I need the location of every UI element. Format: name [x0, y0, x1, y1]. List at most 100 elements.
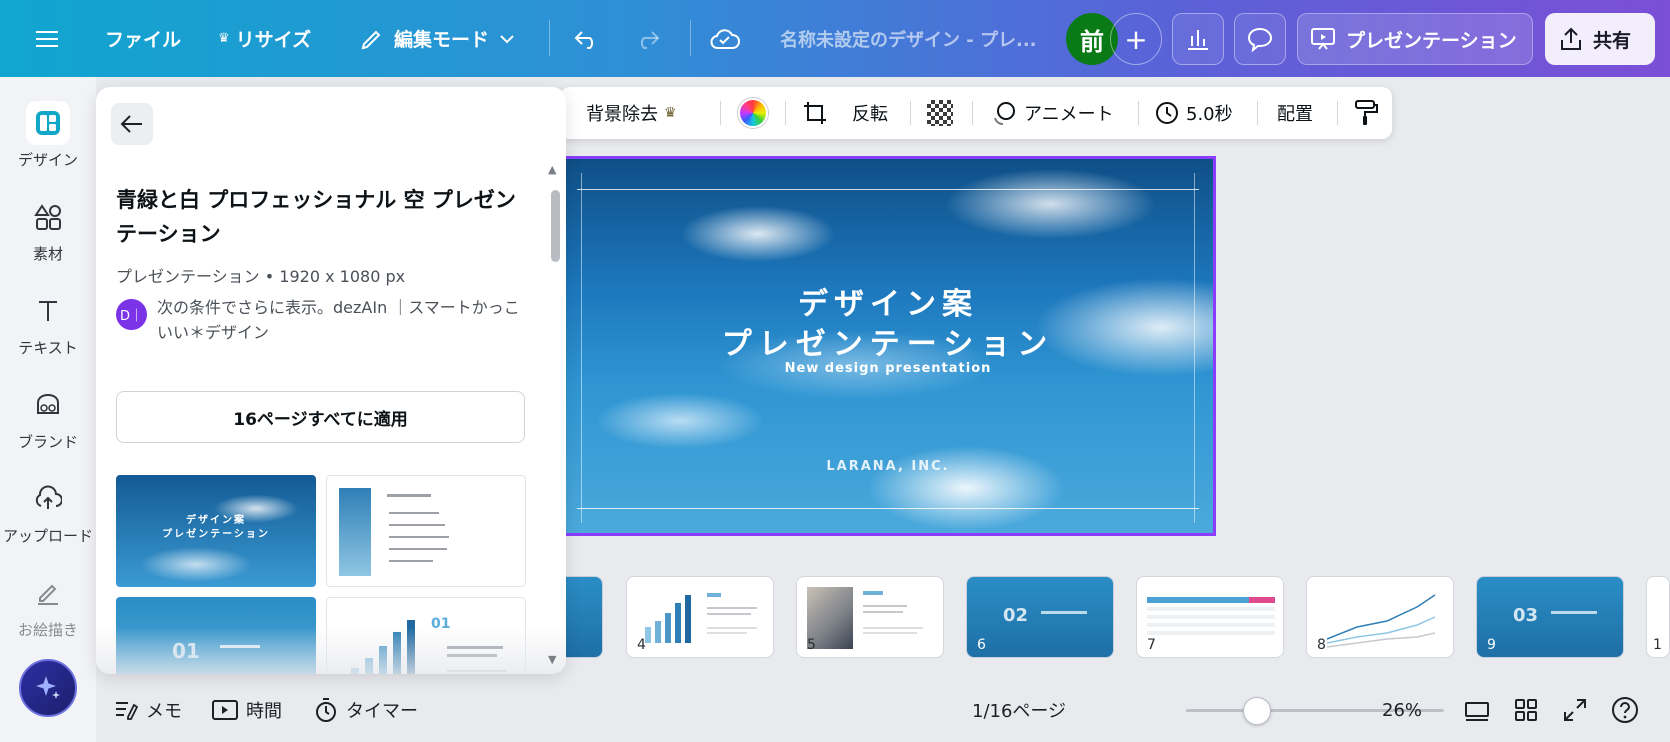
help-icon [1612, 697, 1638, 723]
presentation-icon [1311, 28, 1335, 50]
crop-button[interactable] [802, 87, 828, 139]
slide-company[interactable]: LARANA, INC. [563, 459, 1213, 474]
cloud-check-icon [710, 28, 740, 49]
resize-button[interactable]: ♛ リサイズ [218, 0, 311, 77]
rail-label: お絵描き [17, 621, 78, 639]
rail-item-text[interactable]: テキスト [0, 289, 96, 358]
slide-title-line2[interactable]: プレゼンテーション [563, 319, 1213, 363]
copy-style-button[interactable] [1353, 87, 1379, 139]
undo-button[interactable] [573, 0, 601, 77]
page-view-button[interactable] [1464, 688, 1490, 732]
present-label: プレゼンテーション [1346, 29, 1517, 52]
template-page-thumbnail[interactable]: デザイン案 プレゼンテーション [116, 475, 316, 587]
edit-mode-label: 編集モード [394, 29, 490, 51]
crop-icon [804, 102, 826, 124]
present-button[interactable]: プレゼンテーション [1297, 13, 1533, 65]
zoom-level[interactable]: 26% [1382, 688, 1422, 732]
apply-all-pages-button[interactable]: 16ページすべてに適用 [116, 391, 525, 443]
expand-icon [1564, 699, 1586, 721]
document-title[interactable]: 名称未設定のデザイン - プレ... [780, 0, 1037, 77]
page-thumbnail[interactable]: 1 [1646, 576, 1670, 658]
pages-view-icon [1465, 702, 1489, 721]
author-text: 次の条件でさらに表示。dezAIn ｜スマートかっこいい＊デザイン [157, 298, 520, 342]
brand-icon [26, 383, 70, 427]
thumb-title-line1: デザイン案 [186, 515, 246, 526]
slide-title-line1[interactable]: デザイン案 [563, 279, 1213, 323]
rail-item-elements[interactable]: 素材 [0, 195, 96, 264]
section-title-preview [1551, 611, 1597, 614]
page-thumbnail[interactable]: 4 [626, 576, 774, 658]
menu-button[interactable] [36, 0, 58, 77]
text-icon [26, 289, 70, 333]
design-panel: 青緑と白 プロフェッショナル 空 プレゼンテーション プレゼンテーション • 1… [96, 87, 566, 674]
pencil-icon [361, 30, 381, 49]
back-button[interactable] [111, 103, 153, 145]
undo-icon [574, 30, 594, 49]
flip-button[interactable]: 反転 [852, 87, 888, 139]
rail-item-draw[interactable]: お絵描き [0, 571, 96, 640]
section-number: 03 [1513, 605, 1539, 626]
comments-button[interactable] [1234, 13, 1286, 65]
remove-background-button[interactable]: 背景除去 ♛ [586, 87, 677, 139]
divider [720, 101, 721, 125]
side-rail: デザイン 素材 テキスト ブランド アップロード お絵描き [0, 77, 96, 742]
page-thumbnail[interactable]: 5 [796, 576, 944, 658]
main-slide[interactable]: デザイン案 プレゼンテーション New design presentation … [560, 156, 1216, 536]
position-button[interactable]: 配置 [1277, 87, 1313, 139]
rail-label: ブランド [17, 433, 78, 451]
template-page-thumbnail[interactable] [326, 475, 526, 587]
rail-item-upload[interactable]: アップロード [0, 477, 96, 546]
page-number: 6 [977, 637, 986, 653]
draw-icon [26, 571, 70, 615]
plus-icon: + [1124, 22, 1148, 56]
transparency-button[interactable] [927, 87, 953, 139]
template-author[interactable]: D｜ 次の条件でさらに表示。dezAIn ｜スマートかっこいい＊デザイン [116, 295, 526, 345]
grid-view-button[interactable] [1514, 688, 1538, 732]
crown-icon: ♛ [664, 105, 677, 121]
animate-icon [994, 102, 1015, 125]
notes-button[interactable]: メモ [114, 688, 182, 732]
fullscreen-button[interactable] [1563, 688, 1587, 732]
scroll-up-arrow[interactable]: ▲ [548, 163, 556, 176]
page-thumbnail[interactable]: 02 6 [966, 576, 1114, 658]
zoom-slider-handle[interactable] [1243, 697, 1271, 725]
animate-button[interactable]: アニメート [990, 87, 1114, 139]
file-menu-button[interactable]: ファイル [105, 0, 181, 77]
cloud-save-button[interactable] [710, 0, 740, 77]
rail-label: アップロード [2, 527, 93, 545]
thumb-title-line2: プレゼンテーション [162, 529, 270, 540]
duration-button[interactable]: 5.0秒 [1154, 87, 1233, 139]
page-thumbnail[interactable]: 8 [1306, 576, 1454, 658]
timer-button[interactable]: タイマー [314, 688, 418, 732]
timing-button[interactable]: 時間 [212, 688, 282, 732]
divider [1138, 101, 1139, 125]
rail-item-design[interactable]: デザイン [0, 101, 96, 170]
page-thumbnail[interactable]: 7 [1136, 576, 1284, 658]
timer-label: タイマー [346, 701, 418, 722]
page-number: 9 [1487, 637, 1496, 653]
insights-button[interactable] [1172, 13, 1224, 65]
redo-icon [640, 30, 660, 49]
scroll-down-arrow[interactable]: ▼ [548, 653, 556, 666]
magic-ai-button[interactable] [19, 659, 77, 717]
page-number: 1 [1653, 637, 1662, 653]
resize-label: リサイズ [235, 29, 312, 51]
help-button[interactable] [1611, 688, 1639, 732]
share-button[interactable]: 共有 [1545, 13, 1655, 65]
color-button[interactable] [738, 87, 768, 139]
scrollbar-thumb[interactable] [551, 190, 560, 262]
design-icon [26, 101, 70, 145]
slide-subtitle[interactable]: New design presentation [563, 361, 1213, 376]
add-collaborator-button[interactable]: + [1110, 13, 1162, 65]
stopwatch-icon [316, 698, 336, 722]
rail-item-brand[interactable]: ブランド [0, 383, 96, 452]
hamburger-icon [36, 30, 58, 47]
edit-mode-button[interactable]: 編集モード [360, 0, 515, 77]
redo-button[interactable] [633, 0, 661, 77]
elements-icon [26, 195, 70, 239]
author-avatar: D｜ [116, 299, 147, 330]
bar-chart-icon [1188, 30, 1208, 50]
page-thumbnail[interactable]: 03 9 [1476, 576, 1624, 658]
rail-label: 素材 [32, 245, 63, 263]
page-indicator[interactable]: 1/16ページ [972, 688, 1066, 732]
